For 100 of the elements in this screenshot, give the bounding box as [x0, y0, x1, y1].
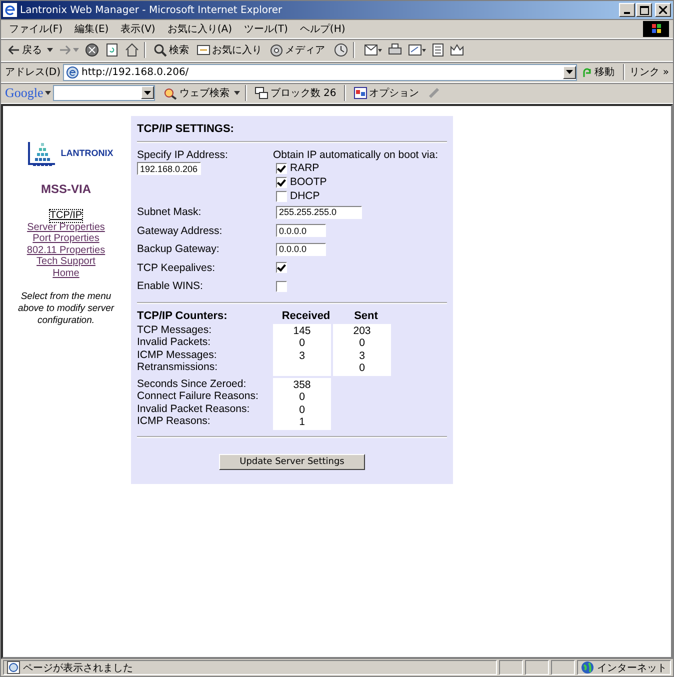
window-title: Lantronix Web Manager - Microsoft Internet Explorer [20, 4, 284, 16]
close-icon [659, 6, 667, 14]
checkbox[interactable] [276, 262, 287, 274]
menu-item[interactable]: ファイル(F) [9, 22, 63, 36]
back-button[interactable]: 戻る [5, 43, 45, 57]
options-button[interactable]: オプション [351, 86, 422, 100]
count-value: 145 [293, 324, 311, 336]
field-label: Obtain IP automatically on boot via: [273, 149, 439, 161]
counter-label: TCP Messages: [137, 324, 212, 336]
brand-name: LANTRONIX [60, 148, 114, 158]
dropdown-arrow-icon[interactable] [234, 91, 240, 95]
close-button[interactable] [655, 3, 671, 17]
page-icon [7, 661, 20, 674]
url-text: http://192.168.0.206/ [82, 66, 190, 78]
count-value: 0 [299, 337, 305, 349]
address-label: アドレス(D) [5, 66, 61, 79]
section-title: TCP/IP Counters: [137, 310, 228, 322]
windows-logo-icon [643, 20, 669, 36]
folder-icon [197, 44, 210, 56]
address-field[interactable]: http://192.168.0.206/ [62, 64, 577, 80]
options-icon [354, 87, 368, 99]
nav-link[interactable]: Server Properties [27, 222, 105, 233]
counter-label: Seconds Since Zeroed: [137, 378, 248, 390]
popup-blocker-button[interactable]: ブロック数 26 [252, 86, 340, 100]
checkbox-label: RARP [290, 162, 320, 174]
menu-item[interactable]: ツール(T) [244, 22, 288, 36]
checkbox[interactable] [276, 280, 287, 292]
field-label: Specify IP Address: [137, 149, 229, 161]
home-icon[interactable] [125, 43, 139, 57]
printer-icon[interactable] [388, 43, 402, 57]
counter-label: Retransmissions: [137, 361, 219, 374]
count-value: 0 [359, 362, 365, 374]
checkbox-label: DHCP [290, 190, 320, 202]
mail-icon[interactable] [364, 43, 382, 57]
maximize-button[interactable] [636, 3, 652, 17]
nav-link[interactable]: Tech Support [36, 256, 96, 268]
nav-link[interactable]: Home [52, 268, 80, 279]
checkbox[interactable] [276, 190, 287, 202]
product-name: MSS-VIA [40, 182, 91, 196]
google-button[interactable]: Google [5, 85, 44, 101]
dropdown-arrow-icon[interactable] [45, 91, 52, 95]
crown-icon[interactable] [450, 43, 464, 57]
media-button[interactable]: メディア [267, 43, 328, 57]
text-field[interactable]: 255.255.255.0 [276, 206, 362, 219]
menu-item[interactable]: ヘルプ(H) [300, 22, 346, 36]
document-icon[interactable] [432, 43, 444, 57]
dropdown-button[interactable] [562, 66, 576, 78]
count-value: 0 [359, 337, 365, 349]
checkbox[interactable] [276, 162, 287, 174]
favorites-button[interactable]: お気に入り [194, 43, 265, 57]
ip-address-field[interactable]: 192.168.0.206 [137, 162, 201, 175]
nav-link[interactable]: Port Properties [32, 233, 100, 244]
search-field[interactable] [53, 85, 156, 101]
maximize-icon [640, 6, 648, 14]
counter-label: Invalid Packet Reasons: [137, 402, 251, 415]
caret-icon [566, 70, 573, 74]
field-label: Enable WINS: [137, 280, 204, 292]
caret-icon [144, 90, 152, 94]
text-field[interactable]: 0.0.0.0 [276, 242, 326, 256]
page-icon [66, 66, 79, 78]
count-value: 0 [299, 391, 305, 403]
column-header: Received [280, 310, 332, 322]
dropdown-button[interactable] [141, 86, 154, 99]
search-icon [164, 86, 178, 100]
browser-icon [3, 3, 17, 17]
counter-label: ICMP Messages: [137, 348, 218, 361]
checkbox-label: BOOTP [290, 176, 327, 188]
edit-icon[interactable] [408, 43, 426, 57]
stop-icon[interactable] [85, 43, 99, 57]
links-button[interactable]: リンク » [630, 65, 669, 79]
counter-label: ICMP Reasons: [137, 415, 212, 428]
search-icon [154, 44, 167, 56]
count-value: 3 [299, 350, 305, 362]
web-search-button[interactable]: ウェブ検索 [161, 86, 232, 100]
update-settings-button[interactable]: Update Server Settings [218, 454, 366, 470]
count-value: 3 [359, 350, 365, 362]
windows-icon [255, 87, 268, 99]
refresh-icon[interactable] [105, 43, 119, 57]
count-value: 203 [353, 324, 371, 336]
checkbox[interactable] [276, 176, 287, 188]
search-button[interactable]: 検索 [151, 43, 192, 57]
field-label: Backup Gateway: [137, 243, 220, 256]
menu-item[interactable]: 表示(V) [120, 22, 156, 36]
count-value: 0 [299, 404, 305, 416]
column-header: Sent [353, 310, 379, 322]
menu-item[interactable]: お気に入り(A) [167, 22, 232, 36]
history-icon[interactable] [334, 43, 348, 57]
counter-label: Connect Failure Reasons: [137, 390, 260, 402]
text-field[interactable]: 0.0.0.0 [276, 224, 326, 238]
disc-icon [270, 44, 283, 56]
security-zone: インターネット [597, 662, 667, 674]
minimize-button[interactable] [619, 3, 635, 17]
field-label: Subnet Mask: [137, 206, 202, 218]
nav-link[interactable]: TCP/IP [50, 210, 82, 222]
go-button[interactable]: 移動 [578, 65, 618, 79]
counter-label: Invalid Packets: [137, 336, 212, 348]
field-label: TCP Keepalives: [137, 262, 216, 274]
nav-link[interactable]: 802.11 Properties [26, 244, 106, 256]
menu-item[interactable]: 編集(E) [74, 22, 109, 36]
dropdown-arrow-icon[interactable] [47, 48, 53, 52]
